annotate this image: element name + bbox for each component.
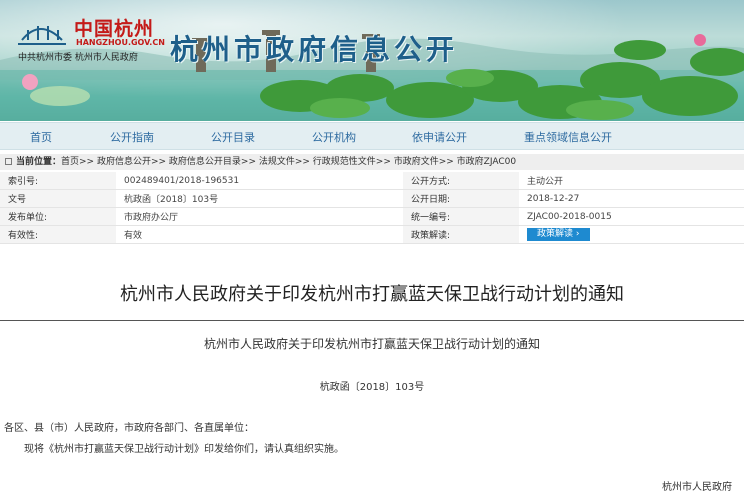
info-label: 公开日期:: [403, 189, 519, 208]
document-number-text: 杭政函〔2018〕103号: [319, 382, 425, 393]
document-addressee: 各区、县（市）人民政府，市政府各部门、各直属单位：: [4, 423, 254, 434]
nav-item-key-areas[interactable]: 重点领域信息公开: [524, 129, 612, 145]
nav-item-catalog[interactable]: 公开目录: [211, 129, 255, 145]
table-row: 文号 杭政函〔2018〕103号 公开日期: 2018-12-27: [0, 189, 744, 208]
info-label: 公开方式:: [403, 172, 519, 190]
disclosure-method: 主动公开: [519, 172, 744, 190]
breadcrumb-label: 当前位置：: [16, 157, 62, 167]
issuing-unit: 市政府办公厅: [116, 207, 403, 226]
main-nav: 首页 公开指南 公开目录 公开机构 依申请公开 重点领域信息公开: [0, 122, 744, 150]
document-info-table: 索引号: 002489401/2018-196531 公开方式: 主动公开 文号…: [0, 172, 744, 244]
document-number: 杭政函〔2018〕103号: [116, 189, 403, 208]
logo-subtitle: 中共杭州市委 杭州市人民政府: [18, 53, 138, 63]
policy-interpretation-button[interactable]: 政策解读 ›: [527, 228, 590, 241]
button-label: 政策解读: [537, 229, 574, 239]
policy-interpretation-cell: 政策解读 ›: [519, 225, 744, 244]
publish-date: 2018-12-27: [519, 189, 744, 208]
unified-number: ZJAC00-2018-0015: [519, 207, 744, 226]
banner-title: 杭州市政府信息公开: [170, 33, 459, 66]
document-body: 现将《杭州市打赢蓝天保卫战行动计划》印发给你们，请认真组织实施。: [24, 444, 344, 455]
nav-item-home[interactable]: 首页: [30, 129, 52, 145]
info-label: 索引号:: [0, 172, 116, 190]
document-subtitle: 杭州市人民政府关于印发杭州市打赢蓝天保卫战行动计划的通知: [203, 337, 540, 351]
table-row: 索引号: 002489401/2018-196531 公开方式: 主动公开: [0, 172, 744, 190]
header-banner: 中国杭州 HANGZHOU.GOV.CN 中共杭州市委 杭州市人民政府 杭州市政…: [0, 0, 744, 121]
chevron-right-icon: ›: [575, 229, 580, 239]
table-row: 有效性: 有效 政策解读: 政策解读 ›: [0, 225, 744, 244]
breadcrumb: 当前位置：首页>> 政府信息公开>> 政府信息公开目录>> 法规文件>> 行政规…: [0, 154, 744, 170]
logo-domain: HANGZHOU.GOV.CN: [76, 38, 165, 47]
title-divider: [0, 320, 744, 321]
index-number: 002489401/2018-196531: [116, 172, 403, 190]
nav-item-request[interactable]: 依申请公开: [412, 129, 467, 145]
info-label: 统一编号:: [403, 207, 519, 226]
logo-text[interactable]: 中国杭州: [74, 14, 154, 41]
info-label: 有效性:: [0, 225, 116, 244]
table-row: 发布单位: 市政府办公厅 统一编号: ZJAC00-2018-0015: [0, 207, 744, 226]
info-label: 政策解读:: [403, 225, 519, 244]
square-icon: [5, 158, 12, 165]
breadcrumb-path[interactable]: 首页>> 政府信息公开>> 政府信息公开目录>> 法规文件>> 行政规范性文件>…: [61, 157, 516, 167]
info-label: 发布单位:: [0, 207, 116, 226]
page-title: 杭州市人民政府关于印发杭州市打赢蓝天保卫战行动计划的通知: [120, 284, 624, 305]
nav-item-guide[interactable]: 公开指南: [110, 129, 154, 145]
info-label: 文号: [0, 189, 116, 208]
validity: 有效: [116, 225, 403, 244]
nav-item-agencies[interactable]: 公开机构: [312, 129, 356, 145]
